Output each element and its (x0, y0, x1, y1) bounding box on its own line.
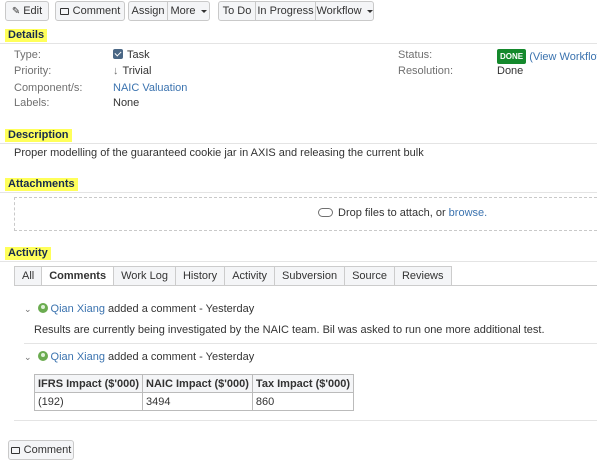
status-label: Status: (398, 49, 433, 61)
description-divider (0, 143, 597, 144)
labels-label: Labels: (14, 97, 50, 109)
comment-button[interactable]: Comment (55, 1, 125, 21)
table-cell: 860 (251, 392, 355, 411)
tab-history[interactable]: History (174, 266, 226, 286)
cloud-upload-icon (318, 208, 333, 217)
status-badge: DONE (497, 49, 527, 64)
labels-value: None (113, 97, 140, 109)
attachment-dropzone[interactable]: Drop files to attach, or browse. (14, 197, 597, 231)
comment-divider (24, 343, 597, 344)
table-header-cell: Tax Impact ($'000) (251, 374, 355, 393)
chevron-down-icon[interactable]: ⌄ (24, 351, 32, 364)
assign-button[interactable]: Assign (128, 1, 168, 21)
chevron-down-icon (366, 9, 373, 13)
type-label: Type: (14, 49, 41, 61)
comment-author-link[interactable]: Qian Xiang (51, 303, 105, 315)
table-header-cell: NAIC Impact ($'000) (142, 374, 253, 393)
table-row: (192) 3494 860 (33, 392, 355, 411)
components-link[interactable]: NAIC Valuation (113, 82, 187, 95)
chevron-down-icon (200, 9, 207, 13)
resolution-label: Resolution: (398, 65, 454, 77)
todo-button[interactable]: To Do (218, 1, 256, 21)
tab-source[interactable]: Source (344, 266, 395, 286)
comment-body: Results are currently being investigated… (34, 324, 545, 336)
components-label: Component/s: (14, 82, 83, 94)
type-value: Task (113, 49, 150, 62)
tabs-underline (14, 285, 597, 286)
priority-label: Priority: (14, 65, 52, 77)
description-text: Proper modelling of the guaranteed cooki… (14, 147, 424, 159)
footer-comment-button[interactable]: Comment (8, 440, 74, 460)
tab-reviews[interactable]: Reviews (393, 266, 452, 286)
activity-divider (0, 261, 597, 262)
details-divider (0, 43, 597, 44)
table-cell: 3494 (142, 392, 253, 411)
resolution-value: Done (497, 65, 524, 77)
view-workflow-link[interactable]: (View Workflow) (529, 51, 597, 63)
status-value: DONE (View Workflow) (497, 49, 597, 64)
comment-action: added a comment - Yesterday (108, 351, 255, 363)
task-checkbox-icon (113, 49, 123, 59)
in-progress-button[interactable]: In Progress (255, 1, 316, 21)
comments-bottom-divider (14, 420, 597, 421)
workflow-button[interactable]: Workflow (315, 1, 374, 21)
table-header-cell: IFRS Impact ($'000) (33, 374, 144, 393)
attachments-heading: Attachments (5, 178, 78, 191)
details-heading: Details (5, 29, 48, 42)
table-cell: (192) (33, 392, 144, 411)
activity-tabs: All Comments Work Log History Activity S… (14, 266, 452, 286)
description-heading: Description (5, 129, 72, 142)
edit-button[interactable]: ✎ Edit (5, 1, 49, 21)
pencil-icon: ✎ (11, 5, 21, 17)
workflow-group: To Do In Progress Workflow (218, 1, 374, 21)
more-button[interactable]: More (167, 1, 210, 21)
comment-header: ⌄ Qian Xiang added a comment - Yesterday (24, 303, 254, 316)
tab-subversion[interactable]: Subversion (274, 266, 346, 286)
arrow-down-icon: ↓ (113, 65, 119, 77)
tab-work-log[interactable]: Work Log (113, 266, 176, 286)
tab-all[interactable]: All (14, 266, 43, 286)
comment-action: added a comment - Yesterday (108, 303, 255, 315)
comment-header: ⌄ Qian Xiang added a comment - Yesterday (24, 351, 254, 364)
table-header-row: IFRS Impact ($'000) NAIC Impact ($'000) … (33, 374, 355, 393)
avatar-icon[interactable] (37, 351, 48, 361)
avatar-icon[interactable] (37, 303, 48, 313)
chevron-down-icon[interactable]: ⌄ (24, 303, 32, 316)
browse-link[interactable]: browse. (449, 207, 488, 219)
assign-more-group: Assign More (128, 1, 210, 21)
speech-bubble-icon (59, 7, 69, 15)
activity-heading: Activity (5, 247, 51, 260)
comment-author-link[interactable]: Qian Xiang (51, 351, 105, 363)
tab-comments[interactable]: Comments (41, 266, 115, 286)
attachments-divider (0, 192, 597, 193)
impact-table: IFRS Impact ($'000) NAIC Impact ($'000) … (33, 374, 355, 411)
speech-bubble-icon (10, 446, 20, 454)
tab-activity[interactable]: Activity (224, 266, 276, 286)
priority-value: ↓ Trivial (113, 65, 152, 77)
dropzone-message: Drop files to attach, or browse. (318, 207, 487, 219)
